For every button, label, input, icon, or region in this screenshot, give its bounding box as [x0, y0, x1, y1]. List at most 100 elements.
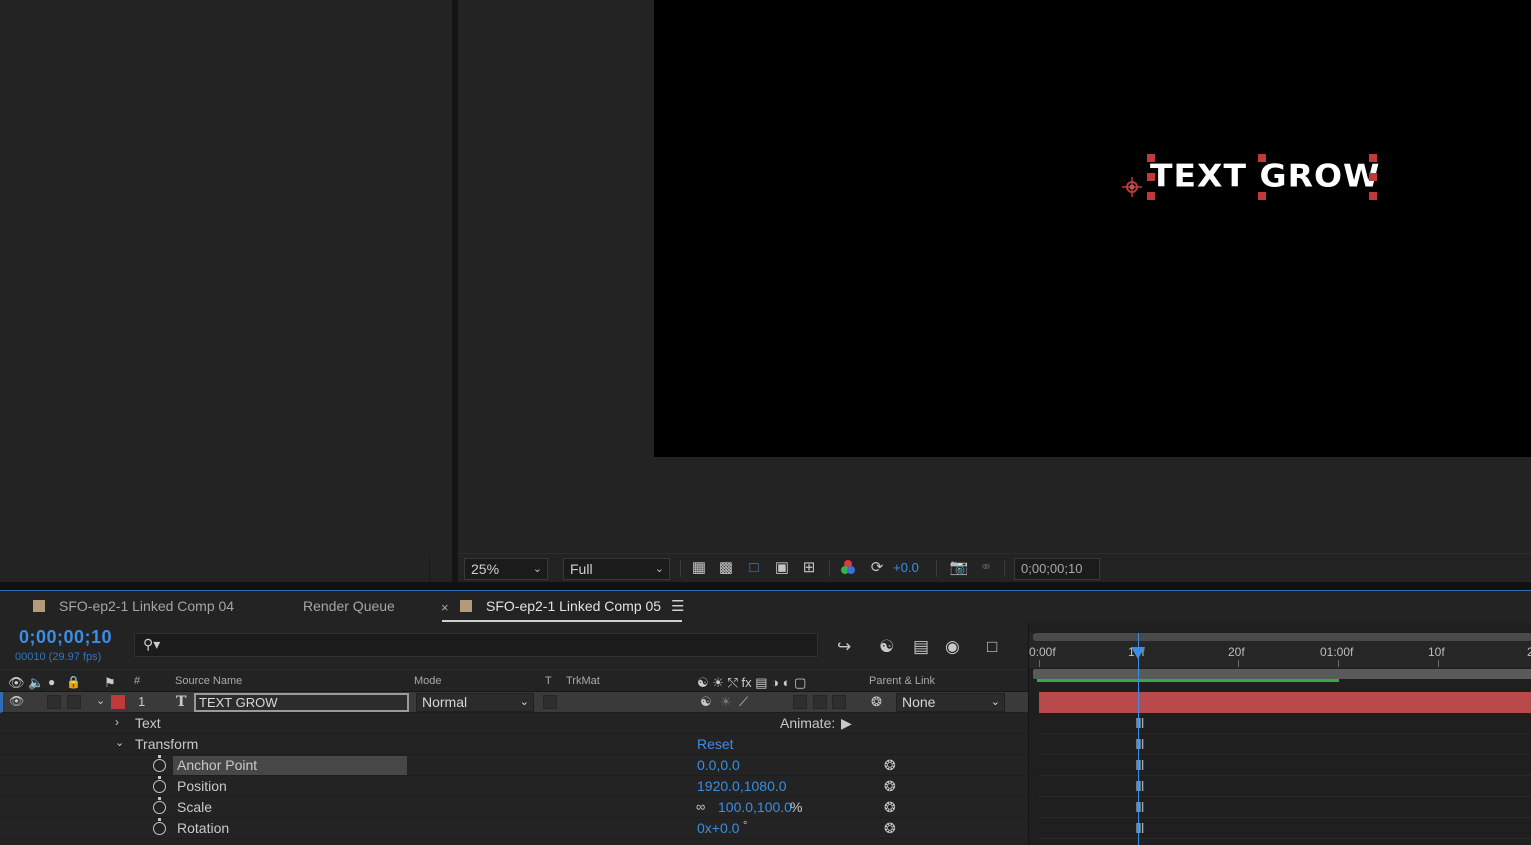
expression-pickwhip-icon[interactable]: ❂	[884, 820, 896, 837]
current-time-field[interactable]: 0;00;00;10	[1014, 558, 1100, 580]
color-channels-icon[interactable]	[838, 559, 858, 577]
animate-play-icon[interactable]: ▶	[841, 715, 852, 732]
layer-duration-bar[interactable]	[1039, 692, 1531, 713]
lock-icon[interactable]: 🔒	[66, 675, 81, 689]
handle-bottom-left[interactable]	[1147, 192, 1155, 200]
solo-icon[interactable]: ●	[48, 675, 55, 689]
playhead-handle[interactable]	[1131, 647, 1145, 659]
handle-top-center[interactable]	[1258, 154, 1266, 162]
frame-blending-icon[interactable]: ▤	[913, 637, 929, 657]
handle-bottom-right[interactable]	[1369, 192, 1377, 200]
switches-icon[interactable]: ☯ ☀ ⤲ fx ▤ ◑ ◐ ▢	[697, 675, 806, 691]
tab-comp-04[interactable]: SFO-ep2-1 Linked Comp 04	[33, 598, 234, 614]
anchor-point-value[interactable]: 0.0,0.0	[697, 757, 740, 773]
solo-toggle[interactable]	[47, 695, 61, 709]
tab-label: SFO-ep2-1 Linked Comp 05	[486, 598, 662, 614]
handle-mid-left[interactable]	[1147, 173, 1155, 181]
resolution-dropdown[interactable]: Full ⌄	[563, 558, 670, 580]
parent-pickwhip-icon[interactable]: ❂	[871, 694, 882, 710]
mask-visibility-icon[interactable]: □	[744, 559, 764, 577]
text-layer-bounds[interactable]: TEXT GROW	[1147, 154, 1379, 200]
stopwatch-icon[interactable]	[153, 797, 166, 814]
close-tab-icon[interactable]: ×	[441, 600, 449, 615]
layer-name-field[interactable]: TEXT GROW	[194, 693, 409, 712]
handle-bottom-center[interactable]	[1258, 192, 1266, 200]
transform-reset-link[interactable]: Reset	[697, 736, 734, 752]
adjustment-switch[interactable]	[813, 695, 827, 709]
collapse-switch-icon[interactable]: ☀	[720, 694, 732, 710]
comp-flowchart-icon[interactable]: ↪	[837, 637, 851, 657]
stopwatch-icon[interactable]	[153, 755, 166, 772]
expression-pickwhip-icon[interactable]: ❂	[884, 778, 896, 795]
anchor-point-icon[interactable]	[1122, 177, 1142, 197]
stopwatch-icon[interactable]	[153, 818, 166, 835]
expression-pickwhip-icon[interactable]: ❂	[884, 757, 896, 774]
column-source-name[interactable]: Source Name	[175, 675, 242, 687]
rotation-value[interactable]: 0x+0.0	[697, 820, 739, 836]
label-color-swatch[interactable]	[111, 695, 125, 709]
property-row-transform[interactable]: ⌄ Transform Reset	[0, 734, 1028, 755]
tab-comp-05[interactable]: SFO-ep2-1 Linked Comp 05	[460, 598, 661, 614]
exposure-value[interactable]: +0.0	[891, 559, 921, 577]
grid-guides-icon[interactable]: ⊞	[799, 559, 819, 577]
current-time-indicator[interactable]	[1138, 633, 1139, 845]
shy-switch-icon[interactable]: ☯	[700, 694, 712, 710]
motion-blur-switch[interactable]	[793, 695, 807, 709]
property-row-position[interactable]: Position 1920.0,1080.0 ❂	[0, 776, 1028, 797]
toolbar-divider	[1004, 560, 1005, 577]
audio-icon[interactable]: 🔈	[28, 675, 44, 691]
property-row-anchor-point[interactable]: Anchor Point 0.0,0.0 ❂	[0, 755, 1028, 776]
position-label: Position	[177, 778, 227, 794]
blend-mode-dropdown[interactable]: Normal ⌄	[416, 693, 534, 712]
eye-icon[interactable]: 👁	[8, 675, 25, 691]
zoom-dropdown[interactable]: 25% ⌄	[464, 558, 548, 580]
stopwatch-icon[interactable]	[153, 776, 166, 793]
chevron-down-icon[interactable]: ⌄	[96, 694, 105, 707]
handle-top-left[interactable]	[1147, 154, 1155, 162]
graph-editor-icon[interactable]: □	[987, 637, 997, 657]
work-area-bar[interactable]	[1033, 669, 1531, 679]
panel-divider	[429, 555, 430, 582]
reset-exposure-icon[interactable]: ⟳	[867, 559, 887, 577]
timeline-timecode[interactable]: 0;00;00;10	[19, 627, 112, 648]
chevron-down-icon[interactable]: ⌄	[115, 736, 124, 749]
chevron-right-icon[interactable]: ›	[115, 715, 119, 729]
time-graph[interactable]: 0:00f 10f 20f 01:00f 10f 2 Ⅲ Ⅲ Ⅲ Ⅲ Ⅲ Ⅲ	[1028, 623, 1531, 845]
fast-preview-icon[interactable]: ▦	[689, 559, 709, 577]
constrain-proportions-link-icon[interactable]: ∞	[696, 799, 705, 814]
expression-pickwhip-icon[interactable]: ❂	[884, 799, 896, 816]
active-tab-indicator	[442, 620, 682, 622]
tab-render-queue[interactable]: Render Queue	[303, 598, 395, 614]
transparency-grid-icon[interactable]: ▩	[716, 559, 736, 577]
rotation-label: Rotation	[177, 820, 230, 836]
quality-switch-icon[interactable]: ⟋	[739, 694, 748, 710]
region-of-interest-icon[interactable]: ▣	[772, 559, 792, 577]
property-row-scale[interactable]: Scale ∞ 100.0,100.0 % ❂	[0, 797, 1028, 818]
timeline-tabs: SFO-ep2-1 Linked Comp 04 Render Queue × …	[0, 591, 1531, 623]
motion-blur-icon[interactable]: ◉	[945, 637, 960, 657]
time-ruler[interactable]: 0:00f 10f 20f 01:00f 10f 2	[1029, 633, 1531, 668]
parent-dropdown[interactable]: None ⌄	[896, 693, 1005, 712]
show-snapshot-icon[interactable]: ⚭	[976, 559, 996, 577]
property-row-rotation[interactable]: Rotation 0x+0.0 ° ❂	[0, 818, 1028, 839]
label-tag-icon[interactable]: ⚑	[104, 675, 116, 691]
zoom-value: 25%	[471, 561, 500, 577]
ruler-label: 0:00f	[1029, 645, 1056, 659]
time-navigator[interactable]	[1033, 633, 1531, 641]
3d-layer-switch[interactable]	[832, 695, 846, 709]
preserve-transparency-toggle[interactable]	[543, 695, 557, 709]
scale-value[interactable]: 100.0,100.0	[718, 799, 792, 815]
position-value[interactable]: 1920.0,1080.0	[697, 778, 787, 794]
lock-toggle[interactable]	[67, 695, 81, 709]
handle-mid-right[interactable]	[1369, 173, 1377, 181]
composition-canvas[interactable]: TEXT GROW	[654, 0, 1531, 457]
handle-top-right[interactable]	[1369, 154, 1377, 162]
property-row-text[interactable]: › Text Animate: ▶	[0, 713, 1028, 734]
layer-search-input[interactable]: ⚲▾	[134, 633, 818, 657]
camera-snapshot-icon[interactable]: 📷	[949, 559, 969, 577]
visibility-eye-icon[interactable]: 👁	[9, 694, 24, 708]
panel-menu-icon[interactable]: ☰	[671, 597, 684, 615]
shy-layers-icon[interactable]: ☯	[879, 637, 894, 657]
column-index: #	[134, 675, 141, 687]
layer-row[interactable]: 👁 ⌄ 1 T TEXT GROW Normal ⌄ ☯ ☀ ⟋ ❂ None …	[0, 692, 1028, 713]
